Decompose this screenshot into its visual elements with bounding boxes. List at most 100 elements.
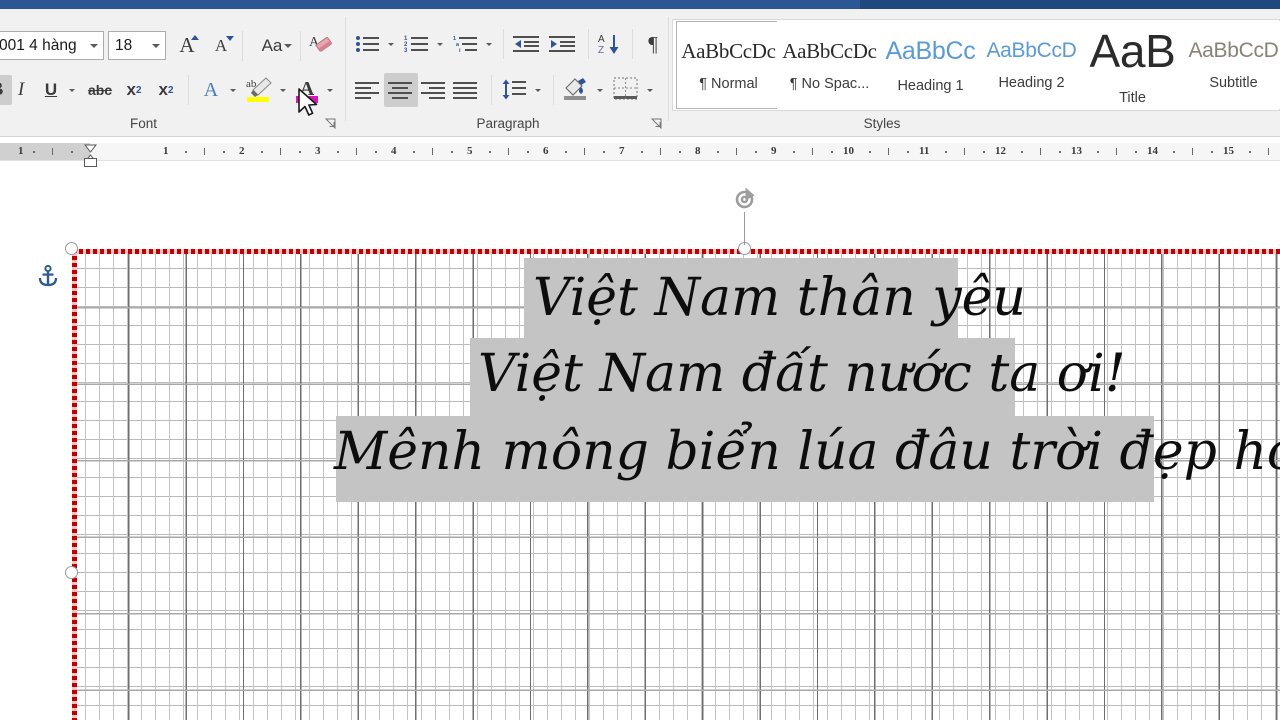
ruler-minor-tick [204,148,205,155]
superscript-button[interactable]: x 2 [150,75,182,105]
ruler-tick-label: 13 [1071,145,1082,157]
numbering-button[interactable]: 1 2 3 [401,29,433,59]
font-dialog-launcher[interactable] [325,118,337,130]
decrease-indent-icon [513,36,539,52]
multilevel-list-icon: 1 a i [453,36,477,54]
resize-handle-middle-left[interactable] [65,566,78,579]
ruler-minor-tick [185,151,187,153]
justify-icon [453,82,477,99]
document-text-line[interactable]: Việt Nam thân yêu [533,268,1026,328]
style-preview: AaBbCcD [986,39,1077,62]
ruler-minor-tick [337,151,339,153]
ruler-minor-tick [907,151,909,153]
font-name-combo[interactable]: 001 4 hàng [0,31,104,60]
change-case-button[interactable]: Aa [248,31,296,60]
superscript-label: x [158,80,168,99]
ruler-tick-label: 5 [467,145,473,157]
style-item-heading-1[interactable]: AaBbCc Heading 1 [878,21,983,109]
text-effects-caret[interactable] [224,75,242,105]
bullets-button[interactable] [352,29,384,59]
document-text-line[interactable]: Mênh mông biển lúa đâu trời đẹp hơn [334,422,1280,482]
show-formatting-marks-button[interactable]: ¶ [638,29,668,59]
numbering-caret[interactable] [432,29,448,59]
left-indent-marker[interactable] [84,158,97,167]
highlight-color-button[interactable]: ab [243,73,275,105]
italic-label: I [17,79,25,100]
ruler-minor-tick [1249,151,1251,153]
line-spacing-caret[interactable] [530,75,546,105]
align-center-button[interactable] [384,73,418,107]
ruler-margin-label: 1 [18,145,24,157]
ribbon-group-styles: AaBbCcDc ¶ Normal AaBbCcDc ¶ No Spac... AaBb… [672,9,1280,137]
ruler-tick-label: 15 [1223,145,1234,157]
style-item-subtitle[interactable]: AaBbCcD Subtitle [1181,21,1280,109]
font-name-caret[interactable] [85,41,103,50]
bullets-caret[interactable] [383,29,399,59]
styles-group-label: Styles [863,116,901,131]
align-right-button[interactable] [418,75,450,105]
multilevel-list-button[interactable]: 1 a i [450,29,482,59]
ruler-tick-label: 8 [695,145,701,157]
svg-text:A: A [598,34,605,45]
align-left-button[interactable] [352,75,384,105]
style-item-normal[interactable]: AaBbCcDc ¶ Normal [676,21,781,109]
paragraph-group-label: Paragraph [476,116,540,131]
underline-caret[interactable] [63,75,81,105]
document-canvas[interactable]: Việt Nam thân yêu Việt Nam đất nước ta ơi… [0,167,1280,720]
underline-button[interactable]: U [37,75,65,105]
style-item-no-spac[interactable]: AaBbCcDc ¶ No Spac... [777,21,882,109]
font-color-button[interactable]: A [292,73,322,105]
text-effects-button[interactable]: A [196,75,226,105]
grow-font-button[interactable]: A [172,31,202,60]
style-preview: AaB [1089,25,1176,77]
decrease-indent-button[interactable] [510,29,544,59]
rotate-handle[interactable] [729,185,759,215]
multilevel-list-caret[interactable] [481,29,497,59]
style-item-heading-2[interactable]: AaBbCcD Heading 2 [979,21,1084,109]
italic-button[interactable]: I [6,75,36,105]
borders-button[interactable] [610,73,642,105]
subscript-button[interactable]: x 2 [118,75,150,105]
sort-button[interactable]: A Z [594,28,626,60]
first-line-indent-marker[interactable] [83,140,98,153]
ruler-minor-tick [660,148,661,155]
ruler-minor-tick [356,148,357,155]
strikethrough-button[interactable]: abc [84,75,116,105]
horizontal-ruler[interactable]: 1 1 2 3 4 5 6 7 8 9 10 11 12 13 14 15 [0,137,1280,167]
handwriting-grid-picture[interactable]: Việt Nam thân yêu Việt Nam đất nước ta ơi… [72,250,1280,720]
font-size-caret[interactable] [147,41,165,50]
shading-button[interactable] [560,73,592,105]
subscript-label: x [126,80,136,99]
increase-indent-button[interactable] [546,29,580,59]
font-color-caret[interactable] [321,75,339,105]
clear-formatting-button[interactable]: A [306,30,338,61]
resize-handle-top-left[interactable] [65,242,78,255]
style-item-title[interactable]: AaB Title [1080,21,1185,109]
shrink-font-button[interactable]: A [206,31,236,60]
rotate-handle-icon [735,187,755,209]
ruler-minor-tick [584,148,585,155]
shading-icon [564,78,586,100]
line-spacing-button[interactable] [498,74,530,106]
ruler-minor-tick [1211,151,1213,153]
borders-caret[interactable] [642,75,658,105]
ruler-minor-tick [869,151,871,153]
paragraph-dialog-launcher[interactable] [651,118,663,130]
ruler-minor-tick [52,148,53,155]
font-name-value: 001 4 hàng [0,36,77,54]
document-text-line[interactable]: Việt Nam đất nước ta ơi! [478,344,1126,404]
highlight-color-caret[interactable] [274,75,292,105]
ruler-minor-tick [280,148,281,155]
ruler-tick-label: 11 [919,145,930,157]
ruler-minor-tick [755,151,757,153]
style-name: Heading 1 [897,77,964,94]
ruler-minor-tick [223,151,225,153]
ruler-minor-tick [888,148,889,155]
font-size-combo[interactable]: 18 [108,31,166,60]
shading-caret[interactable] [592,75,608,105]
ruler-tick-label: 12 [995,145,1006,157]
style-preview: AaBbCcDc [681,38,776,63]
ruler-minor-tick [565,151,567,153]
ruler-tick-label: 2 [239,145,245,157]
justify-button[interactable] [450,75,482,105]
